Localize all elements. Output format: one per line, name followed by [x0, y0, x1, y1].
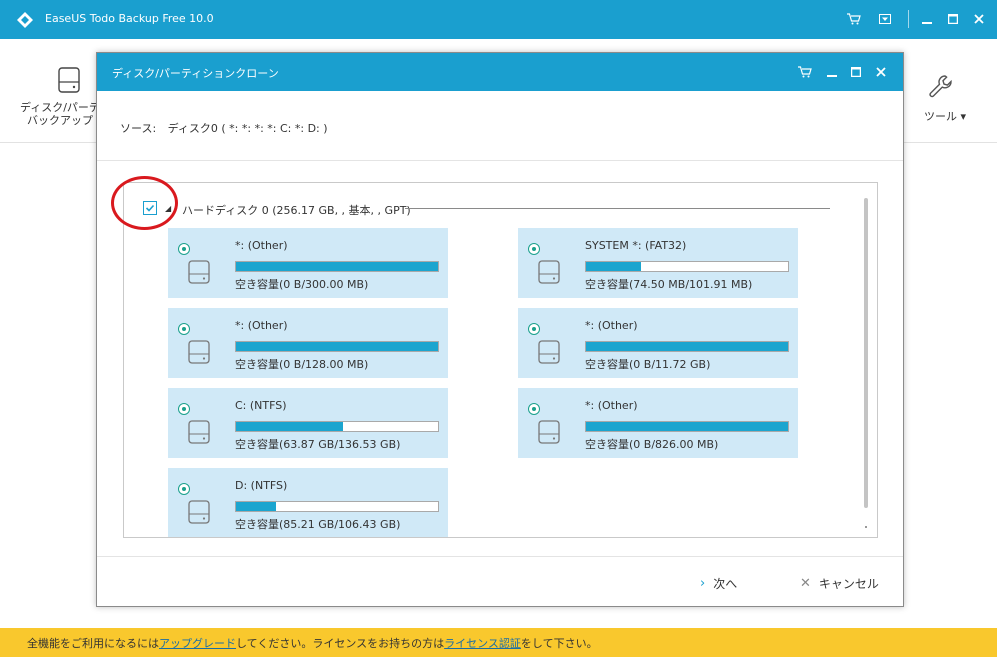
minimize-icon[interactable]	[918, 10, 936, 28]
scroll-end-dot	[865, 526, 867, 528]
partition-radio[interactable]	[178, 243, 190, 255]
chevron-right-icon: ›	[700, 575, 706, 591]
partition-card[interactable]: C: (NTFS) 空き容量(63.87 GB/136.53 GB)	[168, 388, 448, 458]
next-label: 次へ	[713, 576, 738, 591]
usage-fill	[586, 262, 641, 271]
partition-card[interactable]: *: (Other) 空き容量(0 B/11.72 GB)	[518, 308, 798, 378]
hard-drive-icon	[58, 67, 80, 93]
footer-text-3: をして下さい。	[520, 637, 598, 650]
usage-bar	[235, 341, 439, 352]
usage-fill	[586, 342, 788, 351]
usage-bar	[235, 501, 439, 512]
partition-capacity: 空き容量(0 B/300.00 MB)	[235, 278, 369, 291]
partition-card[interactable]: *: (Other) 空き容量(0 B/128.00 MB)	[168, 308, 448, 378]
partition-capacity: 空き容量(85.21 GB/106.43 GB)	[235, 518, 401, 531]
partition-capacity: 空き容量(63.87 GB/136.53 GB)	[235, 438, 401, 451]
drive-icon	[538, 340, 560, 364]
partition-name: *: (Other)	[235, 239, 288, 252]
disk-label: ハードディスク 0 (256.17 GB, , 基本, , GPT)	[182, 204, 411, 217]
usage-fill	[236, 422, 344, 431]
partition-card[interactable]: D: (NTFS) 空き容量(85.21 GB/106.43 GB)	[168, 468, 448, 537]
easeus-logo-icon	[16, 11, 34, 29]
app-title: EaseUS Todo Backup Free 10.0	[45, 12, 214, 25]
tools-label: ツール ▾	[923, 110, 967, 123]
titlebar-separator	[908, 10, 909, 28]
partition-name: *: (Other)	[585, 319, 638, 332]
usage-bar	[585, 421, 789, 432]
dialog-titlebar: ディスク/パーティションクローン	[97, 53, 903, 91]
usage-bar	[585, 261, 789, 272]
partition-capacity: 空き容量(0 B/11.72 GB)	[585, 358, 711, 371]
usage-fill	[236, 342, 438, 351]
drive-icon	[188, 420, 210, 444]
vertical-scrollbar[interactable]	[864, 198, 868, 508]
partition-card[interactable]: *: (Other) 空き容量(0 B/300.00 MB)	[168, 228, 448, 298]
next-button[interactable]: › 次へ	[700, 572, 737, 594]
partition-radio[interactable]	[178, 403, 190, 415]
dialog-minimize-icon[interactable]	[824, 64, 840, 80]
menu-icon[interactable]	[876, 10, 894, 28]
partition-name: C: (NTFS)	[235, 399, 287, 412]
tools-menu-button[interactable]: ツール ▾	[920, 74, 970, 124]
footer-text-1: 全機能をご利用になるには	[27, 637, 159, 650]
clone-dialog: ディスク/パーティションクローン ソース: ディスク0 ( *: *: *: *…	[96, 52, 904, 607]
drive-icon	[188, 260, 210, 284]
usage-bar	[585, 341, 789, 352]
partition-capacity: 空き容量(74.50 MB/101.91 MB)	[585, 278, 753, 291]
disk-panel: ◢ ハードディスク 0 (256.17 GB, , 基本, , GPT) *: …	[123, 182, 878, 538]
upgrade-bar: 全機能をご利用になるにはアップグレードしてください。ライセンスをお持ちの方はライ…	[0, 628, 997, 657]
partition-radio[interactable]	[178, 483, 190, 495]
usage-fill	[586, 422, 788, 431]
divider	[97, 160, 903, 161]
disk-partition-backup-button[interactable]: ディスク/パーティ バックアップ	[20, 67, 111, 127]
partition-name: SYSTEM *: (FAT32)	[585, 239, 687, 252]
close-icon[interactable]	[970, 10, 988, 28]
drive-icon	[538, 260, 560, 284]
maximize-icon[interactable]	[944, 10, 962, 28]
cancel-button[interactable]: ✕ キャンセル	[800, 572, 879, 594]
usage-bar	[235, 421, 439, 432]
license-link[interactable]: ライセンス認証	[444, 637, 521, 650]
drive-icon	[188, 340, 210, 364]
drive-icon	[188, 500, 210, 524]
footer-text-2: してください。ライセンスをお持ちの方は	[236, 637, 445, 650]
source-value: ディスク0 ( *: *: *: *: C: *: D: )	[167, 122, 328, 135]
cart-icon[interactable]	[845, 10, 863, 28]
partition-capacity: 空き容量(0 B/826.00 MB)	[585, 438, 719, 451]
annotation-circle	[111, 176, 178, 230]
dialog-close-icon[interactable]	[873, 64, 889, 80]
usage-fill	[236, 502, 277, 511]
partition-card[interactable]: SYSTEM *: (FAT32) 空き容量(74.50 MB/101.91 M…	[518, 228, 798, 298]
partition-card[interactable]: *: (Other) 空き容量(0 B/826.00 MB)	[518, 388, 798, 458]
toolbar-item-label-1: ディスク/パーティ	[20, 101, 111, 114]
app-titlebar: EaseUS Todo Backup Free 10.0	[0, 0, 997, 39]
footer-divider	[97, 556, 903, 557]
source-label: ソース:	[120, 122, 157, 135]
partition-capacity: 空き容量(0 B/128.00 MB)	[235, 358, 369, 371]
dialog-title: ディスク/パーティションクローン	[112, 67, 279, 80]
dialog-cart-icon[interactable]	[797, 64, 813, 80]
partition-name: *: (Other)	[235, 319, 288, 332]
cancel-label: キャンセル	[818, 576, 879, 591]
dialog-maximize-icon[interactable]	[848, 64, 864, 80]
drive-icon	[538, 420, 560, 444]
partition-radio[interactable]	[528, 323, 540, 335]
disk-row: ◢ ハードディスク 0 (256.17 GB, , 基本, , GPT)	[140, 201, 860, 217]
upgrade-link[interactable]: アップグレード	[159, 637, 236, 650]
partition-name: *: (Other)	[585, 399, 638, 412]
partition-radio[interactable]	[528, 403, 540, 415]
partition-radio[interactable]	[528, 243, 540, 255]
wrench-icon	[929, 75, 952, 98]
usage-fill	[236, 262, 438, 271]
close-x-icon: ✕	[800, 575, 811, 591]
source-line: ソース: ディスク0 ( *: *: *: *: C: *: D: )	[120, 120, 328, 136]
usage-bar	[235, 261, 439, 272]
partition-name: D: (NTFS)	[235, 479, 288, 492]
toolbar-item-label-2: バックアップ	[27, 114, 93, 127]
disk-line	[405, 208, 830, 209]
partition-radio[interactable]	[178, 323, 190, 335]
